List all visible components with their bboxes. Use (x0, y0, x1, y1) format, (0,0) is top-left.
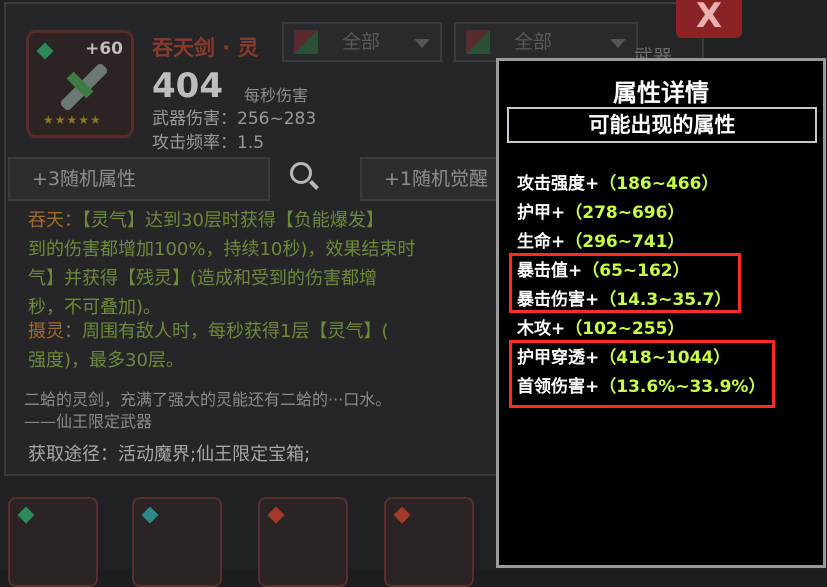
attribute-row: 木攻+（102~255） (517, 314, 684, 339)
skill-line: 吞天：【灵气】达到30层时获得【负能爆发】 (28, 206, 518, 235)
attribute-range: （102~255） (565, 319, 685, 339)
skill-desc: 【灵气】达到30层时获得【负能爆发】 (82, 210, 384, 231)
star-rating: ★★★★★ (43, 113, 102, 127)
item-icon-frame: +60 ★★★★★ (26, 30, 134, 138)
skill-line: 到的伤害都增加100%，持续10秒)，效果结束时 (28, 239, 416, 260)
attribute-plus: + (551, 319, 566, 339)
skill-desc: 周围有敌人时，每秒获得1层【灵气】( (82, 321, 389, 342)
attribute-details-popup: 属性详情 可能出现的属性 攻击强度+（186~466） 护甲+（278~696）… (496, 58, 826, 568)
skill-keyword: 摄灵： (28, 321, 82, 342)
attribute-name: 木攻 (517, 319, 551, 339)
skill-keyword: 吞天： (28, 210, 82, 231)
attribute-plus: + (551, 232, 566, 252)
attack-rate: 攻击频率：1.5 (152, 133, 265, 153)
inventory-slot[interactable] (384, 497, 474, 587)
dps-value: 404 (152, 66, 223, 106)
filter-dropdown-1[interactable]: 全部 (282, 22, 442, 62)
attribute-range: （278~696） (565, 203, 685, 223)
attribute-name: 护甲 (517, 203, 551, 223)
attribute-row: 护甲+（278~696） (517, 198, 684, 223)
attribute-name: 攻击强度 (517, 174, 585, 194)
gem-icon (17, 506, 35, 524)
close-button[interactable]: X (676, 0, 742, 38)
gem-icon (141, 506, 159, 524)
filter-dropdown-label: 全部 (342, 31, 381, 53)
attribute-row: 攻击强度+（186~466） (517, 169, 718, 194)
chevron-down-icon (414, 39, 430, 48)
color-swatch-icon (466, 30, 490, 54)
inventory-slot[interactable] (8, 497, 98, 587)
gem-icon (36, 42, 54, 60)
highlight-box-crit (509, 253, 741, 313)
gem-icon (267, 506, 285, 524)
highlight-box-penetration (509, 340, 775, 408)
attribute-row: 生命+（296~741） (517, 227, 684, 252)
filter-dropdown-2[interactable]: 全部 (454, 22, 638, 62)
skill-line: 摄灵：周围有敌人时，每秒获得1层【灵气】( (28, 317, 518, 346)
item-name: 吞天剑 · 灵 (152, 36, 259, 60)
skill-line: 气】并获得【残灵】(造成和受到的伤害都增 (28, 268, 378, 289)
gem-icon (393, 506, 411, 524)
inventory-slot[interactable] (258, 497, 348, 587)
lore-text: 二蛤的灵剑，充满了强大的灵能还有二蛤的···口水。 (24, 390, 392, 409)
attribute-plus: + (551, 203, 566, 223)
random-attribute-button[interactable]: +3随机属性 (8, 157, 270, 201)
magnifier-icon[interactable] (290, 162, 312, 184)
inventory-slot[interactable] (132, 497, 222, 587)
weapon-damage: 武器伤害：256~283 (152, 109, 317, 129)
attribute-range: （296~741） (565, 232, 685, 252)
attribute-plus: + (585, 174, 600, 194)
attribute-name: 生命 (517, 232, 551, 252)
chevron-down-icon (610, 39, 626, 48)
attribute-range: （186~466） (599, 174, 719, 194)
item-level: +60 (85, 39, 123, 59)
skill-line: 强度)，最多30层。 (28, 350, 184, 371)
popup-title: 属性详情 (613, 79, 709, 107)
color-swatch-icon (294, 30, 318, 54)
lore-signature: ——仙王限定武器 (24, 412, 153, 431)
popup-subtitle: 可能出现的属性 (507, 107, 817, 143)
filter-dropdown-label: 全部 (514, 31, 553, 53)
dps-label: 每秒伤害 (244, 86, 309, 105)
acquire-source: 获取途径：活动魔界;仙王限定宝箱; (28, 444, 311, 465)
